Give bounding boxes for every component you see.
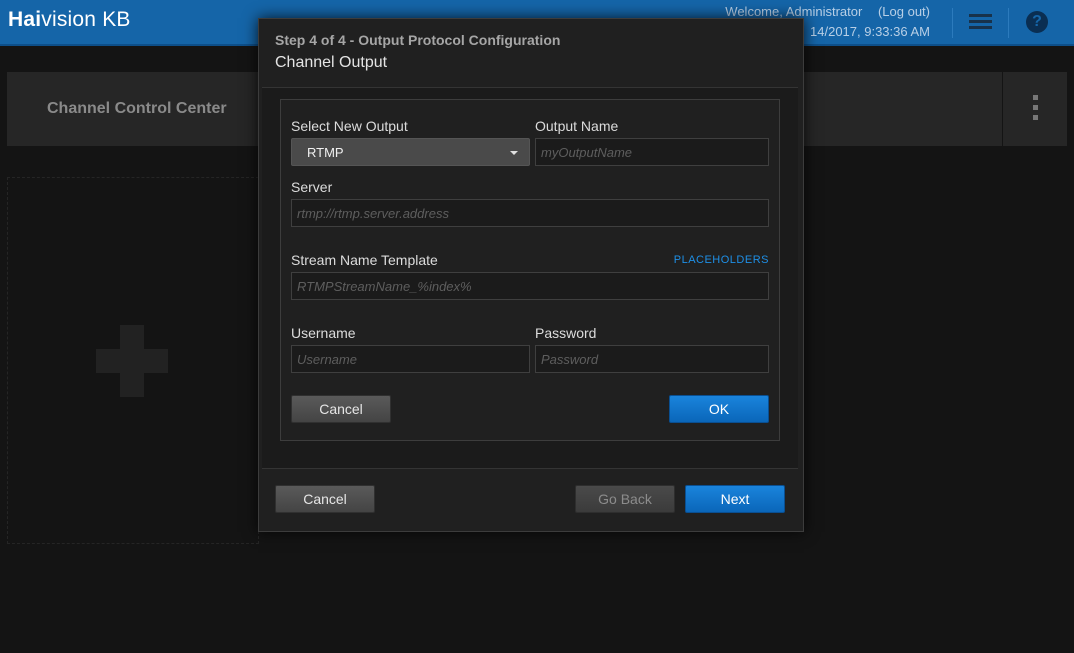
stream-template-label: Stream Name Template	[291, 252, 438, 268]
channel-output-dialog: Step 4 of 4 - Output Protocol Configurat…	[258, 18, 804, 532]
placeholders-link[interactable]: PLACEHOLDERS	[674, 254, 769, 266]
welcome-user: Welcome, Administrator	[725, 4, 863, 19]
output-name-label: Output Name	[535, 118, 619, 134]
username-label: Username	[291, 325, 356, 341]
app-logo[interactable]: Haivision KB	[8, 8, 131, 32]
password-label: Password	[535, 325, 597, 341]
stream-template-input[interactable]	[291, 272, 769, 300]
plus-icon	[120, 325, 144, 397]
caret-down-icon	[510, 151, 518, 155]
more-options-icon[interactable]	[1003, 72, 1067, 146]
output-type-select[interactable]: RTMP	[291, 138, 530, 166]
help-icon[interactable]: ?	[1026, 11, 1048, 33]
welcome-text: Welcome, Administrator (Log out)	[725, 4, 930, 19]
hamburger-menu-icon[interactable]	[952, 0, 1008, 44]
page-title: Channel Control Center	[47, 100, 227, 117]
divider	[1008, 8, 1009, 38]
current-datetime: 14/2017, 9:33:36 AM	[810, 24, 930, 39]
dialog-title: Channel Output	[275, 54, 388, 71]
output-form: Select New Output Output Name RTMP Serve…	[280, 99, 780, 441]
password-input[interactable]	[535, 345, 769, 373]
dialog-body: Select New Output Output Name RTMP Serve…	[262, 87, 798, 469]
cancel-button[interactable]: Cancel	[275, 485, 375, 513]
output-name-input[interactable]	[535, 138, 769, 166]
go-back-button[interactable]: Go Back	[575, 485, 675, 513]
form-ok-button[interactable]: OK	[669, 395, 769, 423]
next-button[interactable]: Next	[685, 485, 785, 513]
username-input[interactable]	[291, 345, 530, 373]
wizard-step: Step 4 of 4 - Output Protocol Configurat…	[275, 32, 561, 48]
server-label: Server	[291, 179, 333, 195]
server-input[interactable]	[291, 199, 769, 227]
logout-link[interactable]: (Log out)	[878, 4, 930, 19]
select-output-label: Select New Output	[291, 118, 408, 134]
form-cancel-button[interactable]: Cancel	[291, 395, 391, 423]
output-type-value: RTMP	[307, 145, 344, 160]
